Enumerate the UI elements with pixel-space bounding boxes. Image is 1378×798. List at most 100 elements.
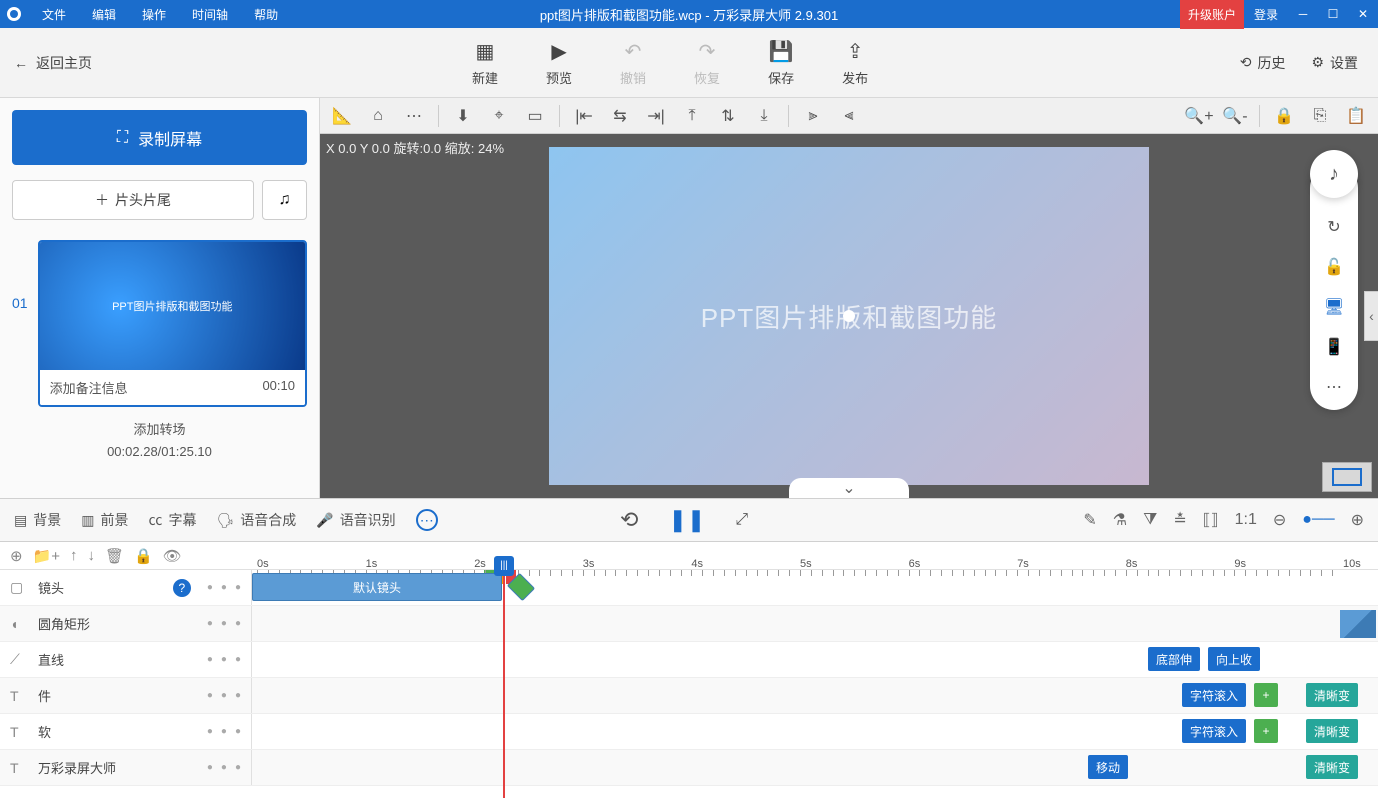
clip-default-camera[interactable]: 默认镜头: [252, 573, 502, 601]
folder-add-icon[interactable]: 📁+: [33, 547, 60, 565]
tab-foreground[interactable]: ▥前景: [81, 510, 128, 530]
history-button[interactable]: ⟲历史: [1240, 53, 1286, 73]
tab-asr[interactable]: 🎤语音识别: [316, 510, 395, 530]
zoom-in-tl-icon[interactable]: ⊕: [1351, 510, 1364, 530]
aspect-icon[interactable]: 1:1: [1235, 511, 1257, 529]
copy-icon[interactable]: ⎘: [1304, 102, 1336, 130]
menu-edit[interactable]: 编辑: [86, 2, 122, 27]
canvas-stage[interactable]: PPT图片排版和截图功能: [549, 147, 1149, 485]
side-expand-button[interactable]: ‹: [1364, 291, 1378, 341]
align-left-icon[interactable]: |⇤: [568, 102, 600, 130]
music-fab-button[interactable]: ♪: [1310, 150, 1358, 198]
head-tail-button[interactable]: ＋片头片尾: [12, 180, 254, 220]
preview-button[interactable]: ▶预览: [546, 39, 572, 87]
login-button[interactable]: 登录: [1244, 0, 1288, 29]
zoom-out-tl-icon[interactable]: ⊖: [1273, 510, 1286, 530]
save-button[interactable]: 💾保存: [768, 39, 794, 87]
align-center-v-icon[interactable]: ⇅: [712, 102, 744, 130]
tab-subtitle[interactable]: ㏄字幕: [148, 510, 196, 530]
menu-action[interactable]: 操作: [136, 2, 172, 27]
effect-char-roll[interactable]: 字符滚入: [1182, 683, 1246, 707]
add-clip-icon[interactable]: ⊕: [10, 547, 23, 565]
track-dots[interactable]: ●●●: [207, 690, 241, 701]
funnel-icon[interactable]: ⧩: [1143, 511, 1157, 529]
visibility-icon[interactable]: 👁: [163, 547, 182, 565]
undo-button[interactable]: ↶撤销: [620, 39, 646, 87]
align-right-icon[interactable]: ⇥|: [640, 102, 672, 130]
redo-button[interactable]: ↷恢复: [694, 39, 720, 87]
track-dots[interactable]: ●●●: [207, 618, 241, 629]
menu-file[interactable]: 文件: [36, 2, 72, 27]
effect-move[interactable]: 移动: [1088, 755, 1128, 779]
track-dots[interactable]: ●●●: [207, 582, 241, 593]
lock-icon[interactable]: 🔒: [1268, 102, 1300, 130]
expand-panel-button[interactable]: ⌄: [789, 478, 909, 498]
canvas-area[interactable]: X 0.0 Y 0.0 旋转:0.0 缩放: 24% PPT图片排版和截图功能 …: [320, 134, 1378, 498]
minimize-button[interactable]: ─: [1288, 0, 1318, 28]
rewind-icon[interactable]: ⟲: [620, 507, 638, 533]
menu-timeline[interactable]: 时间轴: [186, 2, 234, 27]
unlock-icon[interactable]: 🔓: [1323, 256, 1345, 278]
rotate-icon[interactable]: ↻: [1323, 216, 1345, 238]
effect-collapse-up[interactable]: 向上收: [1208, 647, 1260, 671]
layer-down-icon[interactable]: ⬇: [447, 102, 479, 130]
focus-icon[interactable]: ⌖: [483, 102, 515, 130]
bracket-icon[interactable]: ⟦⟧: [1203, 510, 1219, 530]
publish-button[interactable]: ⇪发布: [842, 39, 868, 87]
upgrade-button[interactable]: 升级账户: [1180, 0, 1244, 29]
more-tools-icon[interactable]: ⋯: [1323, 376, 1345, 398]
keyframe-diamond[interactable]: [507, 573, 535, 601]
effect-clear[interactable]: 清晰变: [1306, 755, 1358, 779]
add-transition-button[interactable]: 添加转场: [12, 419, 307, 438]
zoom-in-icon[interactable]: 🔍+: [1183, 102, 1215, 130]
trash-icon[interactable]: 🗑: [105, 547, 124, 565]
distribute-h-icon[interactable]: ⫸: [797, 102, 829, 130]
mobile-view-icon[interactable]: 📱: [1323, 336, 1345, 358]
clip-end-marker[interactable]: [1340, 610, 1376, 638]
new-button[interactable]: ▦新建: [472, 39, 498, 87]
effect-clear[interactable]: 清晰变: [1306, 683, 1358, 707]
slide-note-placeholder[interactable]: 添加备注信息: [50, 378, 128, 397]
paste-icon[interactable]: 📋: [1340, 102, 1372, 130]
slide-card[interactable]: PPT图片排版和截图功能 添加备注信息 00:10: [38, 240, 307, 407]
align-icon[interactable]: ▭: [519, 102, 551, 130]
align-bottom-icon[interactable]: ⤓: [748, 102, 780, 130]
minimap[interactable]: [1322, 462, 1372, 492]
home-icon[interactable]: ⌂: [362, 102, 394, 130]
track-dots[interactable]: ●●●: [207, 762, 241, 773]
zoom-slider[interactable]: ●──: [1302, 511, 1334, 529]
back-button[interactable]: ← 返回主页: [14, 53, 92, 73]
effect-char-roll[interactable]: 字符滚入: [1182, 719, 1246, 743]
arrow-down-icon[interactable]: ↓: [88, 547, 96, 564]
effect-clear[interactable]: 清晰变: [1306, 719, 1358, 743]
maximize-button[interactable]: ☐: [1318, 0, 1348, 28]
effect-stretch-bottom[interactable]: 底部伸: [1148, 647, 1200, 671]
help-icon[interactable]: ?: [173, 579, 191, 597]
arrow-up-icon[interactable]: ↑: [70, 547, 78, 564]
tabs-more-button[interactable]: ⋯: [416, 509, 438, 531]
lock-track-icon[interactable]: 🔒: [134, 547, 153, 565]
record-screen-button[interactable]: ⛶ 录制屏幕: [12, 110, 307, 165]
add-effect-button[interactable]: +: [1254, 683, 1278, 707]
tab-background[interactable]: ▤背景: [14, 510, 61, 530]
adjust-icon[interactable]: ≛: [1173, 510, 1186, 530]
playhead[interactable]: |||: [494, 556, 514, 576]
align-top-icon[interactable]: ⤒: [676, 102, 708, 130]
menu-help[interactable]: 帮助: [248, 2, 284, 27]
add-effect-button[interactable]: +: [1254, 719, 1278, 743]
filter-icon[interactable]: ⚗: [1113, 510, 1127, 530]
more-icon[interactable]: ⋯: [398, 102, 430, 130]
align-center-h-icon[interactable]: ⇆: [604, 102, 636, 130]
tab-tts[interactable]: 🗣语音合成: [216, 510, 296, 530]
settings-button[interactable]: ⚙设置: [1311, 53, 1358, 73]
close-button[interactable]: ✕: [1348, 0, 1378, 28]
music-button[interactable]: ♫: [262, 180, 307, 220]
ruler-icon[interactable]: 📐: [326, 102, 358, 130]
track-dots[interactable]: ●●●: [207, 654, 241, 665]
pause-button[interactable]: ❚❚: [668, 507, 705, 533]
zoom-out-icon[interactable]: 🔍-: [1219, 102, 1251, 130]
edit-icon[interactable]: ✎: [1083, 510, 1096, 530]
desktop-view-icon[interactable]: 🖥: [1323, 296, 1345, 318]
fullscreen-icon[interactable]: ⤢: [735, 511, 748, 529]
track-dots[interactable]: ●●●: [207, 726, 241, 737]
